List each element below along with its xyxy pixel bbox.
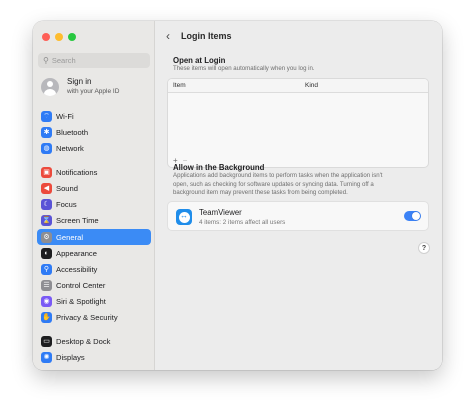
search-placeholder: Search	[51, 56, 76, 65]
sidebar-item-focus[interactable]: ☾ Focus	[37, 196, 151, 212]
background-title: Allow in the Background	[173, 163, 265, 172]
description-line: open, such as checking for software upda…	[173, 180, 374, 188]
background-description: Applications add background items to per…	[173, 172, 382, 198]
sidebar-group: ⌔ Wi-Fi ✱ Bluetooth ◍ Network	[37, 108, 151, 156]
window-controls	[42, 33, 76, 41]
desktop-dock-icon: ▭	[41, 335, 52, 347]
sidebar-item-privacy-security[interactable]: ✋ Privacy & Security	[37, 309, 151, 325]
network-icon: ◍	[41, 142, 52, 154]
close-button[interactable]	[42, 33, 50, 41]
sign-in-subtitle: with your Apple ID	[67, 88, 120, 95]
description-line: Applications add background items to per…	[173, 172, 383, 179]
sidebar-item-label: Displays	[56, 352, 85, 362]
header: ‹ Login Items	[155, 21, 442, 51]
sidebar-item-label: Appearance	[56, 248, 97, 258]
notifications-icon: ▣	[41, 166, 52, 178]
bluetooth-icon: ✱	[41, 126, 52, 138]
sidebar-item-accessibility[interactable]: ⚲ Accessibility	[37, 261, 151, 277]
page-title: Login Items	[181, 31, 232, 41]
sidebar-item-desktop-dock[interactable]: ▭ Desktop & Dock	[37, 333, 151, 349]
table-header: Item Kind	[168, 79, 428, 93]
sidebar-item-control-center[interactable]: ☰ Control Center	[37, 277, 151, 293]
sidebar-item-siri-spotlight[interactable]: ◉ Siri & Spotlight	[37, 293, 151, 309]
sidebar-item-label: Wi-Fi	[56, 111, 74, 121]
sidebar-item-label: Network	[56, 143, 84, 153]
avatar-icon	[41, 77, 59, 96]
login-items-table[interactable]: Item Kind + −	[167, 78, 429, 168]
app-detail: 4 items: 2 items affect all users	[199, 219, 286, 226]
help-button[interactable]: ?	[418, 242, 430, 254]
general-icon: ⚙	[41, 231, 52, 243]
sidebar-item-label: Desktop & Dock	[56, 336, 111, 346]
sidebar-item-sound[interactable]: ◀ Sound	[37, 180, 151, 196]
sidebar-group: ▣ Notifications ◀ Sound ☾ Focus ⌛ Screen Time	[37, 164, 151, 228]
sidebar-item-label: Privacy & Security	[56, 312, 118, 322]
column-header-item[interactable]: Item	[173, 82, 186, 89]
zoom-button[interactable]	[68, 33, 76, 41]
sidebar-item-label: Focus	[56, 199, 77, 209]
sidebar-item-label: Control Center	[56, 280, 106, 290]
sidebar: ⚲ Search Sign in with your Apple ID ⌔ Wi-…	[33, 21, 155, 370]
sidebar-item-label: Notifications	[56, 167, 98, 177]
privacy-hand-icon: ✋	[41, 311, 52, 323]
search-field[interactable]: ⚲ Search	[38, 53, 150, 68]
screen-time-icon: ⌛	[41, 214, 52, 226]
sidebar-item-label: General	[56, 232, 84, 242]
sidebar-item-network[interactable]: ◍ Network	[37, 140, 151, 156]
sidebar-group: ⚙ General ◐ Appearance ⚲ Accessibility ☰ Contro…	[37, 229, 151, 325]
control-center-icon: ☰	[41, 279, 52, 291]
sidebar-group: ▭ Desktop & Dock ✺ Displays	[37, 333, 151, 365]
sidebar-item-displays[interactable]: ✺ Displays	[37, 349, 151, 365]
sidebar-item-label: Siri & Spotlight	[56, 296, 106, 306]
siri-icon: ◉	[41, 295, 52, 307]
sidebar-item-screen-time[interactable]: ⌛ Screen Time	[37, 212, 151, 228]
wifi-icon: ⌔	[41, 110, 52, 122]
open-at-login-title: Open at Login	[173, 56, 226, 65]
teamviewer-icon	[176, 209, 192, 225]
settings-window: ⚲ Search Sign in with your Apple ID ⌔ Wi-…	[33, 21, 442, 370]
sidebar-item-label: Bluetooth	[56, 127, 89, 137]
background-item-teamviewer: TeamViewer 4 items: 2 items affect all u…	[167, 201, 429, 231]
sidebar-item-bluetooth[interactable]: ✱ Bluetooth	[37, 124, 151, 140]
accessibility-icon: ⚲	[41, 263, 52, 275]
displays-icon: ✺	[41, 351, 52, 363]
app-name: TeamViewer	[199, 208, 242, 217]
description-line: background item may prevent these tasks …	[173, 189, 348, 196]
sidebar-item-general[interactable]: ⚙ General	[37, 229, 151, 245]
apple-id-sign-in[interactable]: Sign in with your Apple ID	[41, 77, 119, 96]
open-at-login-subtitle: These items will open automatically when…	[173, 65, 315, 72]
column-header-kind[interactable]: Kind	[305, 82, 318, 89]
sidebar-item-wi-fi[interactable]: ⌔ Wi-Fi	[37, 108, 151, 124]
appearance-icon: ◐	[41, 247, 52, 259]
back-chevron-icon[interactable]: ‹	[166, 29, 176, 43]
main-pane: ‹ Login Items Open at Login These items …	[155, 21, 442, 370]
focus-icon: ☾	[41, 198, 52, 210]
sidebar-item-label: Sound	[56, 183, 78, 193]
search-icon: ⚲	[43, 56, 49, 65]
sidebar-item-appearance[interactable]: ◐ Appearance	[37, 245, 151, 261]
sound-icon: ◀	[41, 182, 52, 194]
sidebar-item-label: Screen Time	[56, 215, 99, 225]
teamviewer-toggle[interactable]	[404, 211, 421, 221]
sign-in-title: Sign in	[67, 77, 92, 86]
minimize-button[interactable]	[55, 33, 63, 41]
sidebar-item-notifications[interactable]: ▣ Notifications	[37, 164, 151, 180]
sidebar-item-label: Accessibility	[56, 264, 98, 274]
